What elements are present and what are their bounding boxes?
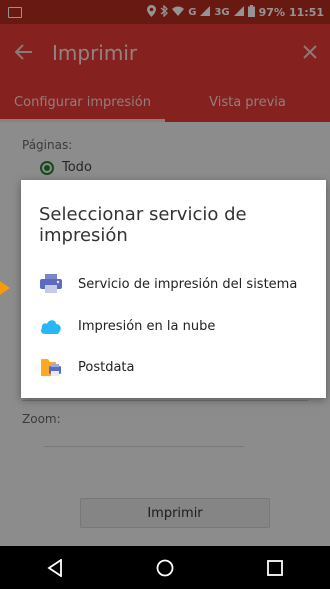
service-item-label: Servicio de impresión del sistema xyxy=(78,276,298,292)
print-screen: G 3G 97% 11:51 Imprimir Configurar impre… xyxy=(0,0,330,589)
nav-recents-icon[interactable] xyxy=(255,553,295,583)
nav-home-icon[interactable] xyxy=(145,553,185,583)
service-item-cloud[interactable]: Impresión en la nube xyxy=(39,312,319,340)
pointer-arrow-icon xyxy=(0,281,10,295)
dialog-title: Seleccionar servicio de impresión xyxy=(39,204,247,246)
service-item-label: Impresión en la nube xyxy=(78,318,216,334)
nav-back-icon[interactable] xyxy=(35,553,75,583)
service-item-system[interactable]: Servicio de impresión del sistema xyxy=(39,270,319,298)
navigation-bar xyxy=(0,546,330,589)
service-item-postdata[interactable]: Postdata xyxy=(39,353,319,381)
print-service-dialog: Seleccionar servicio de impresión Servic… xyxy=(21,180,326,398)
printer-icon xyxy=(39,272,63,296)
service-item-label: Postdata xyxy=(78,359,135,375)
folder-printer-icon xyxy=(39,355,63,379)
cloud-icon xyxy=(39,314,63,338)
